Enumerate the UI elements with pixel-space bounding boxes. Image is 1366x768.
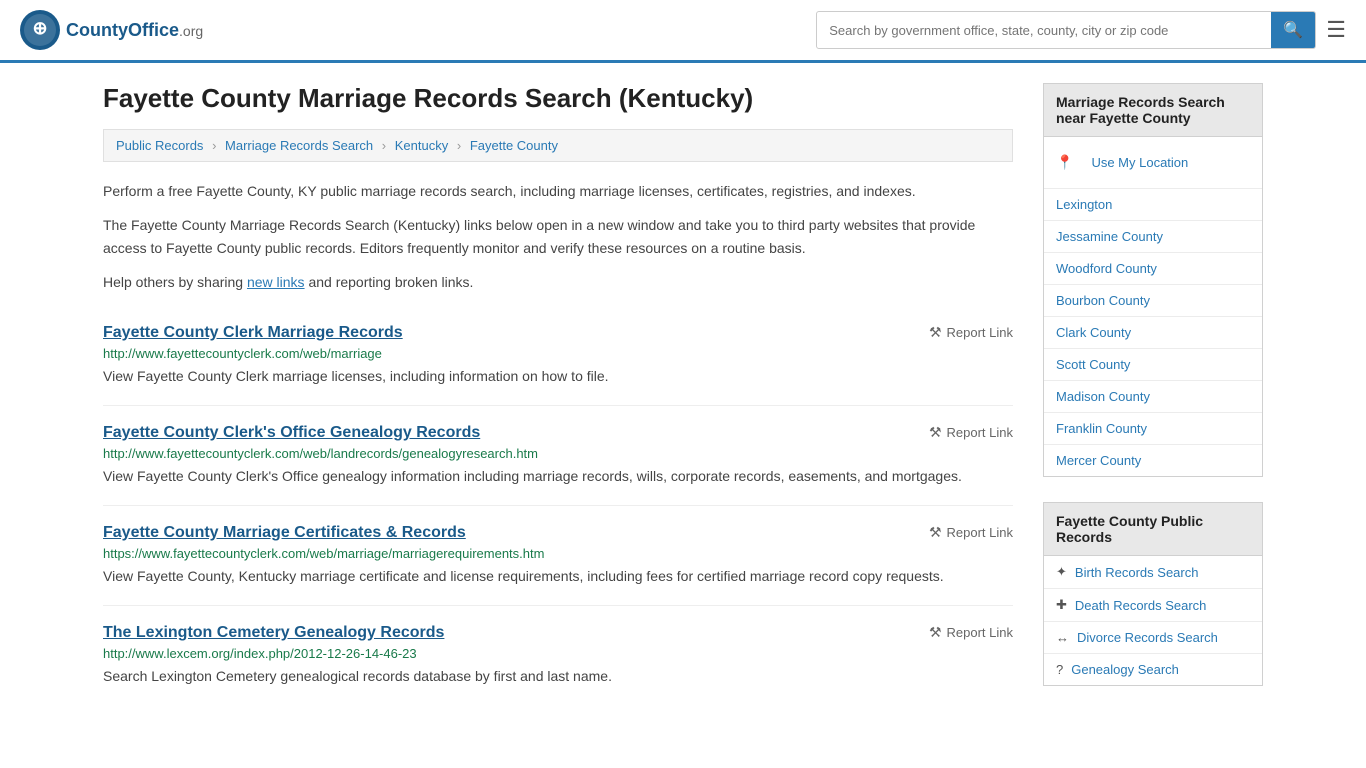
nearby-list: 📍 Use My Location LexingtonJessamine Cou… [1043, 137, 1263, 477]
record-url[interactable]: https://www.fayettecountyclerk.com/web/m… [103, 546, 1013, 561]
page-title: Fayette County Marriage Records Search (… [103, 83, 1013, 114]
public-record-item[interactable]: ↔ Divorce Records Search [1044, 622, 1262, 654]
record-description: Search Lexington Cemetery genealogical r… [103, 666, 1013, 687]
breadcrumb-public-records[interactable]: Public Records [116, 138, 203, 153]
nearby-section: Marriage Records Search near Fayette Cou… [1043, 83, 1263, 477]
nearby-county-item[interactable]: Clark County [1044, 317, 1262, 349]
public-record-link[interactable]: ↔ Divorce Records Search [1044, 622, 1262, 653]
record-item: Fayette County Marriage Certificates & R… [103, 506, 1013, 606]
public-records-section: Fayette County Public Records ✦ Birth Rec… [1043, 502, 1263, 686]
record-title[interactable]: Fayette County Clerk's Office Genealogy … [103, 424, 480, 442]
nearby-county-link[interactable]: Lexington [1044, 189, 1262, 220]
search-bar: 🔍 [816, 11, 1316, 49]
nearby-county-link[interactable]: Mercer County [1044, 445, 1262, 476]
report-link[interactable]: ⚒ Report Link [929, 524, 1013, 541]
description-2: The Fayette County Marriage Records Sear… [103, 214, 1013, 259]
record-title[interactable]: The Lexington Cemetery Genealogy Records [103, 624, 444, 642]
report-icon: ⚒ [929, 524, 942, 541]
public-record-link[interactable]: ✚ Death Records Search [1044, 589, 1262, 621]
report-link[interactable]: ⚒ Report Link [929, 424, 1013, 441]
public-record-item[interactable]: ✦ Birth Records Search [1044, 556, 1262, 589]
logo-text: CountyOffice.org [66, 20, 203, 41]
logo-area: ⊕ CountyOffice.org [20, 10, 203, 50]
public-record-link[interactable]: ✦ Birth Records Search [1044, 556, 1262, 588]
svg-text:⊕: ⊕ [32, 18, 47, 38]
records-container: Fayette County Clerk Marriage Records ⚒ … [103, 306, 1013, 705]
search-button[interactable]: 🔍 [1271, 12, 1315, 48]
breadcrumb-fayette[interactable]: Fayette County [470, 138, 558, 153]
report-icon: ⚒ [929, 624, 942, 641]
breadcrumb: Public Records › Marriage Records Search… [103, 129, 1013, 162]
record-url[interactable]: http://www.fayettecountyclerk.com/web/la… [103, 446, 1013, 461]
report-label: Report Link [947, 325, 1013, 340]
record-description: View Fayette County Clerk's Office genea… [103, 466, 1013, 487]
record-header: Fayette County Marriage Certificates & R… [103, 524, 1013, 542]
report-link[interactable]: ⚒ Report Link [929, 624, 1013, 641]
record-description: View Fayette County Clerk marriage licen… [103, 366, 1013, 387]
description-1: Perform a free Fayette County, KY public… [103, 180, 1013, 202]
report-link[interactable]: ⚒ Report Link [929, 324, 1013, 341]
record-item: Fayette County Clerk Marriage Records ⚒ … [103, 306, 1013, 406]
record-item: Fayette County Clerk's Office Genealogy … [103, 406, 1013, 506]
location-icon: 📍 [1056, 154, 1073, 171]
report-label: Report Link [947, 625, 1013, 640]
nearby-county-link[interactable]: Jessamine County [1044, 221, 1262, 252]
public-record-item[interactable]: ✚ Death Records Search [1044, 589, 1262, 622]
public-records-heading: Fayette County Public Records [1043, 502, 1263, 556]
record-header: The Lexington Cemetery Genealogy Records… [103, 624, 1013, 642]
public-record-label: Divorce Records Search [1077, 630, 1218, 645]
record-header: Fayette County Clerk Marriage Records ⚒ … [103, 324, 1013, 342]
search-input[interactable] [817, 15, 1271, 46]
use-location-link[interactable]: Use My Location [1079, 147, 1200, 178]
nearby-county-link[interactable]: Madison County [1044, 381, 1262, 412]
public-record-label: Birth Records Search [1075, 565, 1199, 580]
report-label: Report Link [947, 525, 1013, 540]
nearby-county-link[interactable]: Franklin County [1044, 413, 1262, 444]
report-label: Report Link [947, 425, 1013, 440]
record-description: View Fayette County, Kentucky marriage c… [103, 566, 1013, 587]
nearby-county-link[interactable]: Woodford County [1044, 253, 1262, 284]
public-record-item[interactable]: ? Genealogy Search [1044, 654, 1262, 685]
menu-icon[interactable]: ☰ [1326, 17, 1346, 43]
nearby-county-link[interactable]: Scott County [1044, 349, 1262, 380]
description-3: Help others by sharing new links and rep… [103, 271, 1013, 293]
breadcrumb-marriage-records[interactable]: Marriage Records Search [225, 138, 373, 153]
logo-icon: ⊕ [20, 10, 60, 50]
record-item: The Lexington Cemetery Genealogy Records… [103, 606, 1013, 705]
nearby-county-link[interactable]: Bourbon County [1044, 285, 1262, 316]
report-icon: ⚒ [929, 424, 942, 441]
public-record-icon: ↔ [1056, 630, 1069, 645]
use-location-item[interactable]: 📍 Use My Location [1044, 137, 1262, 189]
public-record-link[interactable]: ? Genealogy Search [1044, 654, 1262, 685]
new-links-link[interactable]: new links [247, 274, 305, 290]
main-container: Fayette County Marriage Records Search (… [83, 63, 1283, 731]
breadcrumb-kentucky[interactable]: Kentucky [395, 138, 448, 153]
public-records-list: ✦ Birth Records Search ✚ Death Records Sear… [1043, 556, 1263, 686]
nearby-county-item[interactable]: Woodford County [1044, 253, 1262, 285]
nearby-county-item[interactable]: Madison County [1044, 381, 1262, 413]
nearby-county-item[interactable]: Jessamine County [1044, 221, 1262, 253]
report-icon: ⚒ [929, 324, 942, 341]
sidebar: Marriage Records Search near Fayette Cou… [1043, 83, 1263, 711]
public-record-label: Genealogy Search [1071, 662, 1179, 677]
nearby-county-item[interactable]: Bourbon County [1044, 285, 1262, 317]
public-record-icon: ✚ [1056, 597, 1067, 613]
public-record-icon: ? [1056, 662, 1063, 677]
record-title[interactable]: Fayette County Marriage Certificates & R… [103, 524, 466, 542]
record-url[interactable]: http://www.fayettecountyclerk.com/web/ma… [103, 346, 1013, 361]
nearby-county-item[interactable]: Lexington [1044, 189, 1262, 221]
record-url[interactable]: http://www.lexcem.org/index.php/2012-12-… [103, 646, 1013, 661]
public-record-label: Death Records Search [1075, 598, 1207, 613]
nearby-county-link[interactable]: Clark County [1044, 317, 1262, 348]
header: ⊕ CountyOffice.org 🔍 ☰ [0, 0, 1366, 63]
record-title[interactable]: Fayette County Clerk Marriage Records [103, 324, 403, 342]
nearby-county-item[interactable]: Franklin County [1044, 413, 1262, 445]
nearby-heading: Marriage Records Search near Fayette Cou… [1043, 83, 1263, 137]
content-area: Fayette County Marriage Records Search (… [103, 83, 1013, 711]
header-right: 🔍 ☰ [816, 11, 1346, 49]
nearby-county-item[interactable]: Scott County [1044, 349, 1262, 381]
nearby-county-item[interactable]: Mercer County [1044, 445, 1262, 476]
record-header: Fayette County Clerk's Office Genealogy … [103, 424, 1013, 442]
public-record-icon: ✦ [1056, 564, 1067, 580]
